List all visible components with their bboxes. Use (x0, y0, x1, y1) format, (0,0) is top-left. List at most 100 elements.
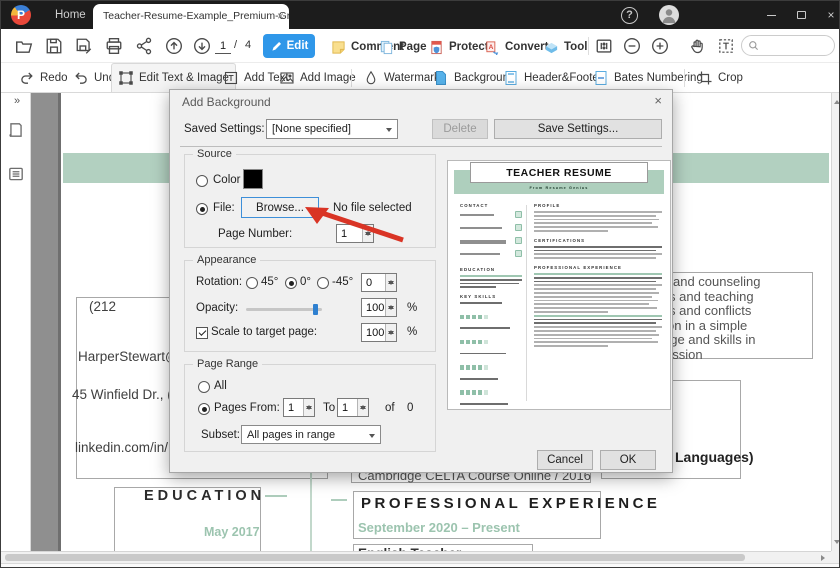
tab-edit[interactable]: Edit (263, 34, 315, 58)
redo-button[interactable]: Redo (13, 63, 74, 92)
of-label: of (385, 402, 395, 414)
doc-tab-label: Teacher-Resume-Example_Premium-Green (103, 10, 289, 22)
to-page-spinner[interactable]: 1 (337, 398, 369, 417)
save-as-icon[interactable] (75, 37, 93, 55)
dialog-divider (180, 146, 662, 147)
spinner-arrows[interactable] (385, 299, 396, 316)
horizontal-scrollbar[interactable] (1, 551, 831, 563)
saved-settings-dropdown[interactable]: [None specified] (266, 119, 398, 139)
page-number-input[interactable] (215, 39, 231, 54)
bookmarks-panel-icon[interactable] (7, 165, 25, 183)
doc-tab-close-icon[interactable]: × (277, 4, 284, 29)
ok-button[interactable]: OK (600, 450, 656, 470)
spinner-arrows[interactable] (385, 274, 396, 291)
search-field[interactable] (741, 35, 835, 56)
help-icon[interactable]: ? (621, 6, 638, 24)
crop-button[interactable]: Crop (691, 63, 749, 92)
rotation-spinner[interactable]: 0 (361, 273, 397, 292)
opacity-slider-thumb[interactable] (313, 304, 318, 315)
search-input[interactable] (763, 39, 823, 52)
subset-value: All pages in range (247, 428, 336, 441)
zoom-in-icon[interactable] (651, 37, 669, 55)
cancel-button[interactable]: Cancel (537, 450, 593, 470)
source-group-label: Source (193, 148, 236, 160)
pages-from-radio[interactable] (198, 403, 210, 415)
preview-education-heading: EDUCATION (460, 267, 496, 272)
all-pages-radio[interactable] (198, 381, 210, 393)
window-close-button[interactable]: × (816, 1, 839, 29)
color-swatch[interactable] (243, 169, 263, 189)
spinner-arrows[interactable] (385, 324, 396, 341)
text-line-placeholder (534, 276, 662, 283)
scroll-down-icon[interactable] (834, 540, 839, 547)
app-logo-icon[interactable]: P (11, 5, 31, 25)
opacity-slider[interactable] (246, 304, 322, 315)
tab-tool[interactable]: Tool (544, 36, 587, 58)
expand-panel-icon[interactable]: » (14, 95, 20, 107)
tab-page-label: Page (399, 41, 427, 53)
text-line-placeholder (534, 326, 662, 347)
page-separator: / (234, 39, 238, 51)
tab-protect[interactable]: Protect (429, 36, 489, 58)
skill-rating-squares (460, 407, 490, 409)
subset-label: Subset: (201, 429, 240, 441)
scale-checkbox[interactable] (196, 327, 208, 339)
thumbnails-panel-icon[interactable] (7, 121, 25, 139)
zoom-out-icon[interactable] (623, 37, 641, 55)
open-file-icon[interactable] (15, 37, 33, 55)
fit-width-icon[interactable] (595, 37, 613, 55)
share-icon[interactable] (135, 37, 153, 55)
color-radio[interactable] (196, 175, 208, 187)
add-image-button[interactable]: Add Image (273, 63, 362, 92)
print-icon[interactable] (105, 37, 123, 55)
rotation-neg45-radio[interactable] (317, 277, 329, 289)
redo-label: Redo (40, 71, 68, 84)
tab-home[interactable]: Home (41, 1, 100, 29)
tab-document[interactable]: Teacher-Resume-Example_Premium-Green × (93, 4, 289, 29)
doc-profile-frag-2: s and teaching (669, 288, 754, 304)
opacity-spinner[interactable]: 100 (361, 298, 397, 317)
window-minimize-button[interactable] (756, 1, 786, 29)
dialog-title: Add Background (182, 95, 271, 109)
window-maximize-button[interactable] (786, 1, 816, 29)
background-icon (436, 70, 446, 85)
preview-left-column: CONTACT EDUCATION KEY SKILLS (460, 203, 522, 409)
doc-profile-frag-3: s and conflicts (669, 303, 752, 318)
subset-dropdown[interactable]: All pages in range (241, 425, 381, 444)
vertical-scrollbar[interactable] (831, 93, 839, 551)
scale-percent: % (407, 326, 418, 338)
save-settings-button[interactable]: Save Settings... (494, 119, 662, 139)
rotation-45-radio[interactable] (246, 277, 258, 289)
add-image-label: Add Image (300, 71, 356, 84)
doc-experience-heading: PROFESSIONAL EXPERIENCE (361, 495, 661, 512)
linkedin-icon (515, 250, 522, 257)
file-radio[interactable] (196, 203, 208, 215)
spinner-arrows[interactable] (357, 399, 368, 416)
saved-settings-value: [None specified] (272, 123, 351, 135)
spinner-arrows[interactable] (303, 399, 314, 416)
scroll-up-icon[interactable] (834, 97, 839, 104)
previous-page-icon[interactable] (165, 37, 183, 55)
horizontal-scroll-thumb[interactable] (5, 554, 745, 561)
bates-numbering-icon (595, 70, 607, 85)
tab-convert[interactable]: A Convert (485, 36, 548, 58)
select-text-icon[interactable] (717, 37, 735, 55)
from-page-spinner[interactable]: 1 (283, 398, 315, 417)
text-line-placeholder (534, 314, 662, 317)
page-total: 4 (245, 39, 252, 51)
hand-tool-icon[interactable] (689, 37, 707, 55)
dialog-close-icon[interactable]: × (654, 93, 662, 108)
rotation-0-radio[interactable] (285, 277, 297, 289)
account-avatar[interactable] (659, 5, 679, 25)
preview-skill-item (460, 352, 522, 375)
preview-key-skills-heading: KEY SKILLS (460, 294, 497, 300)
next-page-icon[interactable] (193, 37, 211, 55)
scroll-right-icon[interactable] (821, 555, 828, 561)
tab-page[interactable]: Page (379, 36, 427, 58)
preview-skill-item (460, 377, 522, 400)
scale-spinner[interactable]: 100 (361, 323, 397, 342)
save-icon[interactable] (45, 37, 63, 55)
text-line-placeholder (534, 253, 662, 259)
preview-profile-heading: PROFILE (534, 203, 561, 208)
preview-contact-item (460, 237, 522, 250)
